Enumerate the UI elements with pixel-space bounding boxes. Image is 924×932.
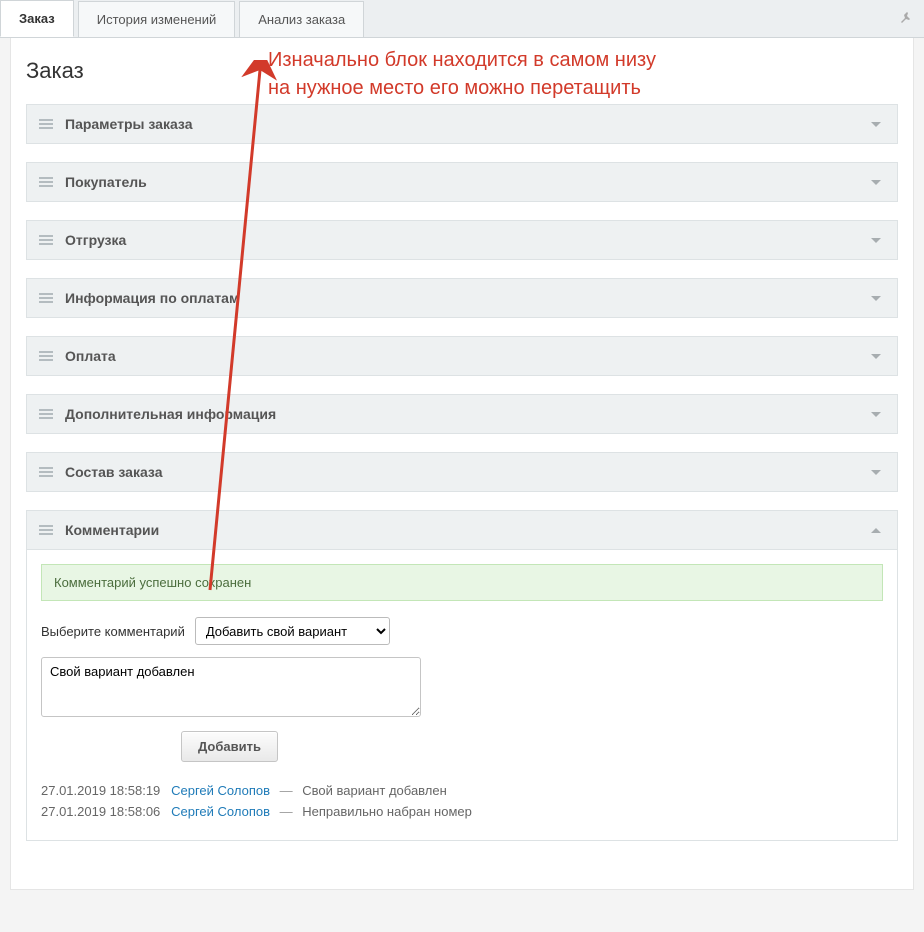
chevron-down-icon — [871, 354, 881, 359]
chevron-down-icon — [871, 412, 881, 417]
panel-payment: Оплата — [26, 336, 898, 376]
tab-history[interactable]: История изменений — [78, 1, 236, 37]
pin-icon[interactable] — [898, 11, 914, 27]
panel-shipment: Отгрузка — [26, 220, 898, 260]
panel-payment-info: Информация по оплатам — [26, 278, 898, 318]
panel-header-comments[interactable]: Комментарии — [26, 510, 898, 550]
panel-title-additional: Дополнительная информация — [65, 406, 871, 422]
panel-params: Параметры заказа — [26, 104, 898, 144]
drag-handle-icon[interactable] — [39, 292, 55, 304]
panel-title-shipment: Отгрузка — [65, 232, 871, 248]
main-content: Заказ Параметры заказа Покупатель Отгруз… — [10, 38, 914, 890]
comment-select-label: Выберите комментарий — [41, 624, 185, 639]
success-message: Комментарий успешно сохранен — [41, 564, 883, 601]
comment-text: Неправильно набран номер — [302, 804, 472, 819]
comment-author[interactable]: Сергей Солопов — [171, 804, 270, 819]
drag-handle-icon[interactable] — [39, 176, 55, 188]
comment-row: 27.01.2019 18:58:19 Сергей Солопов — Сво… — [41, 780, 883, 801]
panel-comments: Комментарии Комментарий успешно сохранен… — [26, 510, 898, 841]
panel-title-comments: Комментарии — [65, 522, 871, 538]
panel-header-buyer[interactable]: Покупатель — [26, 162, 898, 202]
chevron-down-icon — [871, 238, 881, 243]
panel-contents: Состав заказа — [26, 452, 898, 492]
panel-body-comments: Комментарий успешно сохранен Выберите ко… — [26, 550, 898, 841]
comment-sep: — — [280, 783, 293, 798]
panel-header-payment-info[interactable]: Информация по оплатам — [26, 278, 898, 318]
tabs-bar: Заказ История изменений Анализ заказа — [0, 0, 924, 38]
comment-author[interactable]: Сергей Солопов — [171, 783, 270, 798]
comment-log: 27.01.2019 18:58:19 Сергей Солопов — Сво… — [41, 780, 883, 822]
chevron-down-icon — [871, 122, 881, 127]
drag-handle-icon[interactable] — [39, 524, 55, 536]
drag-handle-icon[interactable] — [39, 234, 55, 246]
drag-handle-icon[interactable] — [39, 466, 55, 478]
tab-order[interactable]: Заказ — [0, 0, 74, 37]
panel-title-contents: Состав заказа — [65, 464, 871, 480]
chevron-down-icon — [871, 470, 881, 475]
page-title: Заказ — [26, 58, 898, 84]
panel-title-params: Параметры заказа — [65, 116, 871, 132]
chevron-down-icon — [871, 180, 881, 185]
panel-buyer: Покупатель — [26, 162, 898, 202]
tab-analysis[interactable]: Анализ заказа — [239, 1, 364, 37]
comment-textarea[interactable] — [41, 657, 421, 717]
panel-header-params[interactable]: Параметры заказа — [26, 104, 898, 144]
panel-header-shipment[interactable]: Отгрузка — [26, 220, 898, 260]
panel-header-payment[interactable]: Оплата — [26, 336, 898, 376]
panel-title-payment: Оплата — [65, 348, 871, 364]
comment-row: 27.01.2019 18:58:06 Сергей Солопов — Неп… — [41, 801, 883, 822]
chevron-up-icon — [871, 528, 881, 533]
drag-handle-icon[interactable] — [39, 408, 55, 420]
comment-select[interactable]: Добавить свой вариант — [195, 617, 390, 645]
chevron-down-icon — [871, 296, 881, 301]
panel-title-buyer: Покупатель — [65, 174, 871, 190]
comment-text: Свой вариант добавлен — [302, 783, 447, 798]
comment-ts: 27.01.2019 18:58:06 — [41, 804, 160, 819]
panel-header-contents[interactable]: Состав заказа — [26, 452, 898, 492]
panel-header-additional[interactable]: Дополнительная информация — [26, 394, 898, 434]
add-button[interactable]: Добавить — [181, 731, 278, 762]
drag-handle-icon[interactable] — [39, 118, 55, 130]
panel-title-payment-info: Информация по оплатам — [65, 290, 871, 306]
comment-sep: — — [280, 804, 293, 819]
panel-additional: Дополнительная информация — [26, 394, 898, 434]
comment-ts: 27.01.2019 18:58:19 — [41, 783, 160, 798]
drag-handle-icon[interactable] — [39, 350, 55, 362]
